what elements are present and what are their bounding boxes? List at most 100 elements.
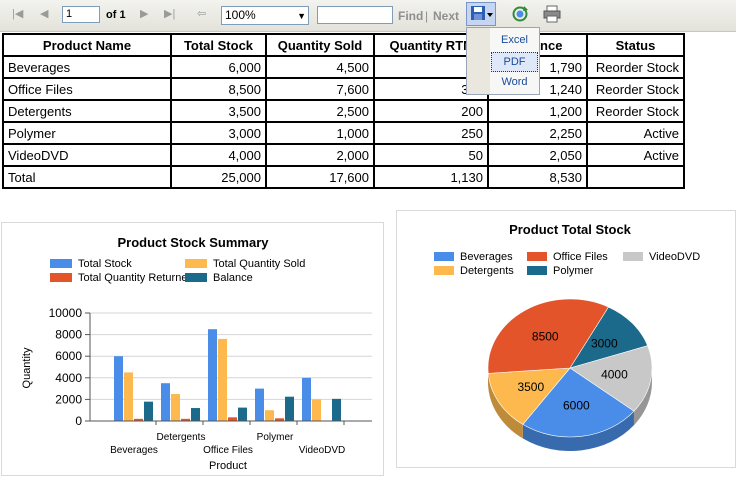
pie-data-label-office-files: 8500	[532, 329, 559, 343]
cell-total-stock: 3,500	[171, 100, 266, 122]
cell-balance: 2,050	[488, 144, 587, 166]
cell-quantity-rtn: 50	[374, 144, 488, 166]
legend-label-total-stock: Total Stock	[78, 258, 132, 270]
pie-data-label-detergents: 3500	[517, 380, 544, 394]
back-icon[interactable]: ⇦	[197, 7, 206, 20]
next-link[interactable]: Next	[433, 9, 459, 23]
cell-total-stock: 3,000	[171, 122, 266, 144]
export-word-item[interactable]: Word	[491, 73, 538, 93]
bar-total-stock-polymer	[255, 389, 264, 421]
cell-quantity-sold: 2,500	[266, 100, 374, 122]
bar-total-quantity-returned-office-files	[228, 417, 237, 421]
bar-chart: Product Stock Summary Total Stock Total Q…	[2, 223, 383, 475]
cell-quantity-sold: 1,000	[266, 122, 374, 144]
cell-quantity-sold: 4,500	[266, 56, 374, 78]
refresh-icon[interactable]	[511, 5, 529, 23]
x-tick-label: VideoDVD	[299, 445, 346, 456]
bar-balance-polymer	[285, 397, 294, 421]
zoom-select[interactable]: 100% ▼	[221, 6, 309, 25]
cell-product: Polymer	[3, 122, 171, 144]
legend-swatch-polymer	[527, 266, 547, 275]
export-button[interactable]	[466, 2, 496, 26]
cell-status: Reorder Stock	[587, 100, 684, 122]
pie-chart-title: Product Total Stock	[509, 222, 632, 237]
cell-product: VideoDVD	[3, 144, 171, 166]
pie-chart: Product Total Stock BeveragesOffice File…	[397, 211, 735, 467]
find-input[interactable]	[317, 6, 393, 24]
legend-label-total-quantity-returned: Total Quantity Returned	[78, 272, 194, 284]
bar-total-quantity-sold-videodvd	[312, 399, 321, 421]
cell-total-label: Total	[3, 166, 171, 188]
bar-balance-office-files	[238, 408, 247, 421]
x-tick-label: Detergents	[157, 432, 206, 443]
zoom-value: 100%	[225, 8, 256, 22]
cell-status: Reorder Stock	[587, 56, 684, 78]
export-pdf-item[interactable]: PDF	[491, 52, 538, 72]
legend-label-videodvd: VideoDVD	[649, 251, 700, 263]
bar-balance-videodvd	[332, 399, 341, 421]
pie-data-label-videodvd: 4000	[601, 368, 628, 382]
cell-quantity-rtn: 1,130	[374, 166, 488, 188]
cell-status: Active	[587, 144, 684, 166]
bar-total-stock-videodvd	[302, 378, 311, 421]
bar-total-stock-office-files	[208, 329, 217, 421]
x-tick-label: Polymer	[257, 432, 294, 443]
col-header-product-name: Product Name	[3, 34, 171, 56]
cell-balance: 2,250	[488, 122, 587, 144]
cell-status: Reorder Stock	[587, 78, 684, 100]
table-row: Polymer 3,000 1,000 250 2,250 Active	[3, 122, 684, 144]
legend-swatch-detergents	[434, 266, 454, 275]
bar-total-quantity-sold-detergents	[171, 394, 180, 421]
cell-total-stock: 4,000	[171, 144, 266, 166]
pie-data-label-polymer: 3000	[591, 336, 618, 350]
pie-data-label-beverages: 6000	[563, 399, 590, 413]
menu-icon-strip	[467, 28, 490, 94]
cell-quantity-rtn: 200	[374, 100, 488, 122]
cell-product: Office Files	[3, 78, 171, 100]
first-page-icon[interactable]: |◀	[12, 7, 23, 20]
cell-status	[587, 166, 684, 188]
bar-total-quantity-sold-beverages	[124, 372, 133, 421]
legend-label-beverages: Beverages	[460, 251, 513, 263]
legend-swatch-balance	[185, 273, 207, 282]
bar-balance-detergents	[191, 408, 200, 421]
export-menu: Excel PDF Word	[466, 27, 540, 95]
cell-balance: 1,200	[488, 100, 587, 122]
cell-status: Active	[587, 122, 684, 144]
previous-page-icon[interactable]: ◀	[40, 7, 48, 20]
legend-swatch-beverages	[434, 252, 454, 261]
page-number-input[interactable]: 1	[62, 6, 100, 23]
table-header-row: Product Name Total Stock Quantity Sold Q…	[3, 34, 684, 56]
export-excel-item[interactable]: Excel	[491, 31, 538, 51]
cell-quantity-sold: 17,600	[266, 166, 374, 188]
cell-balance: 8,530	[488, 166, 587, 188]
col-header-status: Status	[587, 34, 684, 56]
legend-label-detergents: Detergents	[460, 265, 514, 277]
cell-product: Beverages	[3, 56, 171, 78]
chevron-down-icon: ▼	[297, 8, 306, 25]
table-row: Detergents 3,500 2,500 200 1,200 Reorder…	[3, 100, 684, 122]
page-count-label: of 1	[106, 9, 126, 21]
x-tick-label: Beverages	[110, 445, 158, 456]
report-toolbar: |◀ ◀ 1 of 1 ▶ ▶| ⇦ 100% ▼ Find | Next	[0, 0, 736, 32]
next-page-icon[interactable]: ▶	[140, 7, 148, 20]
legend-swatch-videodvd	[623, 252, 643, 261]
bar-chart-title: Product Stock Summary	[118, 235, 270, 250]
col-header-quantity-sold: Quantity Sold	[266, 34, 374, 56]
last-page-icon[interactable]: ▶|	[164, 7, 175, 20]
y-tick-label: 0	[75, 414, 82, 428]
legend-swatch-total-quantity-returned	[50, 273, 72, 282]
cell-total-stock: 8,500	[171, 78, 266, 100]
legend-label-total-quantity-sold: Total Quantity Sold	[213, 258, 305, 270]
table-row: Office Files 8,500 7,600 340 1,240 Reord…	[3, 78, 684, 100]
cell-total-stock: 25,000	[171, 166, 266, 188]
find-link[interactable]: Find	[398, 9, 423, 23]
col-header-total-stock: Total Stock	[171, 34, 266, 56]
bar-chart-x-label: Product	[209, 460, 247, 472]
x-tick-label: Office Files	[203, 445, 253, 456]
stock-table: Product Name Total Stock Quantity Sold Q…	[2, 33, 685, 189]
legend-swatch-total-quantity-sold	[185, 259, 207, 268]
bar-total-stock-beverages	[114, 356, 123, 421]
bar-total-stock-detergents	[161, 383, 170, 421]
print-icon[interactable]	[543, 5, 561, 23]
